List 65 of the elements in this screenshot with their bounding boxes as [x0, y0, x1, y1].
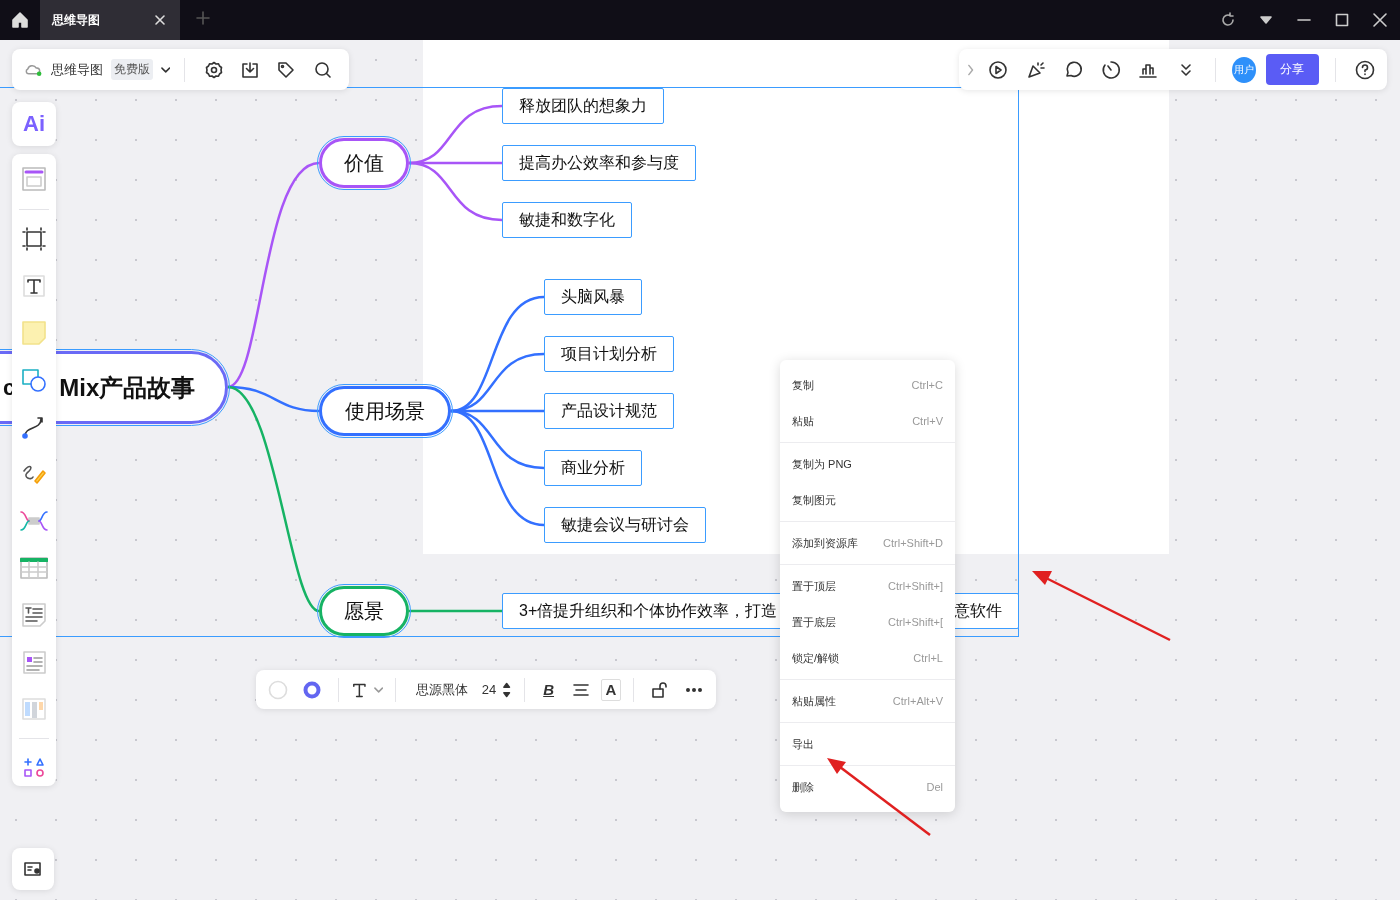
subtopic-node[interactable]: 项目计划分析	[544, 336, 674, 372]
align-center-icon[interactable]	[571, 681, 590, 698]
topic-node[interactable]: 使用场景	[319, 386, 451, 436]
close-icon[interactable]	[154, 14, 166, 26]
menu-item[interactable]: 复制为 PNG	[780, 446, 955, 482]
unlock-icon[interactable]	[651, 680, 670, 699]
map-pin-icon[interactable]	[23, 860, 43, 878]
settings-icon[interactable]	[204, 60, 223, 79]
subtopic-node[interactable]: 产品设计规范	[544, 393, 674, 429]
document-title[interactable]: 思维导图	[50, 60, 103, 79]
subtopic-node[interactable]: 商业分析	[544, 450, 642, 486]
menu-item[interactable]: 锁定/解锁 Ctrl+L	[780, 640, 955, 676]
menu-item[interactable]: 粘贴属性 Ctrl+Alt+V	[780, 683, 955, 719]
chevron-down-icon[interactable]	[160, 65, 171, 74]
minimap-button[interactable]	[12, 848, 54, 890]
topic-node[interactable]: 愿景	[319, 586, 409, 636]
node-text: 意软件	[954, 600, 1002, 621]
subtopic-node[interactable]: 头脑风暴	[544, 279, 642, 315]
table-icon[interactable]	[20, 555, 48, 580]
comment-icon[interactable]	[1063, 59, 1084, 80]
timer-icon[interactable]	[1100, 59, 1121, 80]
ai-button[interactable]: Ai	[12, 102, 56, 146]
help-icon[interactable]	[1355, 59, 1376, 80]
stepper-icon[interactable]	[502, 680, 512, 699]
home-icon[interactable]	[11, 11, 29, 29]
double-chevron-down-icon[interactable]	[1178, 62, 1193, 77]
menu-item[interactable]: 导出	[780, 726, 955, 762]
more-icon[interactable]	[685, 686, 704, 693]
search-icon[interactable]	[313, 60, 332, 79]
border-color-icon[interactable]	[301, 679, 322, 700]
template-icon[interactable]	[21, 166, 47, 193]
text-icon[interactable]	[22, 274, 46, 299]
font-name[interactable]: 思源黑体	[407, 680, 476, 699]
menu-item[interactable]: 复制 Ctrl+C	[780, 367, 955, 403]
node-text: 3+倍提升组织和个体协作效率，打造	[519, 600, 778, 621]
close-icon[interactable]	[1372, 12, 1388, 28]
node-text: Mix产品故事	[59, 372, 196, 403]
menu-item[interactable]: 删除 Del	[780, 769, 955, 805]
menu-item[interactable]: 粘贴 Ctrl+V	[780, 403, 955, 439]
play-icon[interactable]	[988, 59, 1009, 80]
more-shapes-icon[interactable]	[23, 757, 45, 780]
topic-node[interactable]: 价值	[319, 138, 409, 188]
document-list-icon[interactable]	[21, 648, 47, 675]
document-tab[interactable]: 思维导图	[40, 0, 180, 40]
shapes-icon[interactable]	[21, 367, 47, 394]
subtopic-node[interactable]: 敏捷和数字化	[502, 202, 632, 238]
subtopic-node[interactable]: 释放团队的想象力	[502, 88, 664, 124]
fill-color-icon[interactable]	[267, 679, 288, 700]
refresh-icon[interactable]	[1220, 12, 1236, 28]
menu-item[interactable]: 添加到资源库 Ctrl+Shift+D	[780, 525, 955, 561]
tag-icon[interactable]	[277, 60, 296, 79]
mind-map-icon[interactable]	[20, 508, 48, 533]
frame-icon[interactable]	[22, 227, 46, 252]
plan-label: 免费版	[110, 59, 153, 80]
subtopic-node[interactable]: 提高办公效率和参与度	[502, 145, 696, 181]
share-button[interactable]: 分享	[1266, 54, 1319, 85]
font-size[interactable]: 24	[481, 682, 497, 697]
bold-button[interactable]: B	[536, 676, 561, 703]
menu-item[interactable]: 复制图元	[780, 482, 955, 518]
party-popper-icon[interactable]	[1025, 59, 1046, 80]
subtopic-node[interactable]: 敏捷会议与研讨会	[544, 507, 706, 543]
text-color-button[interactable]: A	[600, 678, 622, 701]
download-icon[interactable]	[240, 60, 259, 79]
maximize-icon[interactable]	[1334, 12, 1350, 28]
text-document-icon[interactable]	[21, 601, 47, 628]
